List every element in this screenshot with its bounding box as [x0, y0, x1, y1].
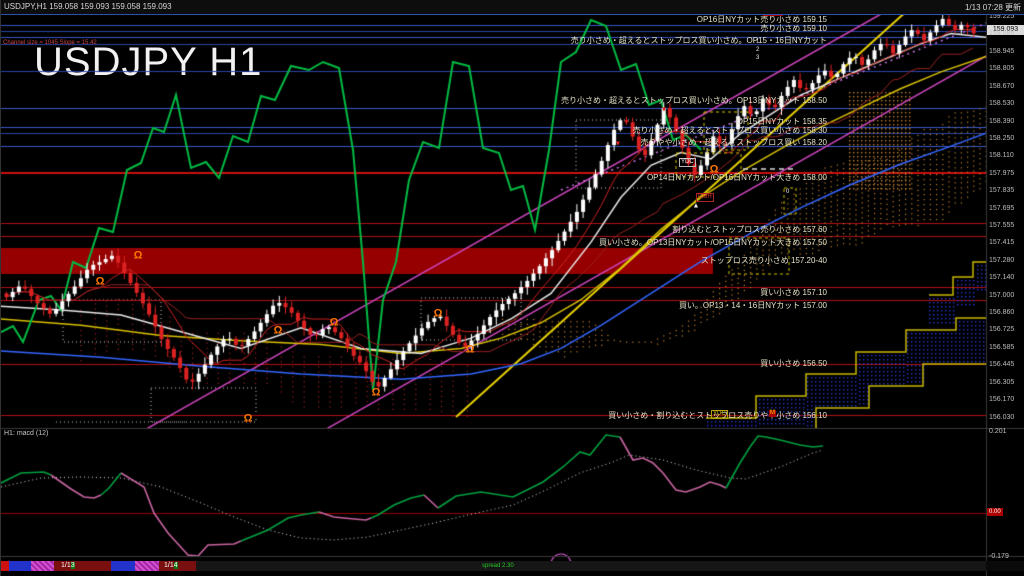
chart-window: USDJPY H1 USDJPY,H1 159.058 159.093 159.… [0, 0, 1024, 576]
symbol-ohlc-readout: USDJPY,H1 159.058 159.093 159.058 159.09… [4, 2, 172, 11]
date-label: 1/13 [61, 562, 75, 569]
chart-canvas[interactable] [1, 0, 1024, 576]
session-bar[interactable]: 1/13 1/14 spread 2.30 [1, 561, 1024, 571]
session-segment [1, 561, 9, 571]
status-text: spread 2.30 [482, 563, 514, 569]
last-updated-label: 1/13 07:28 更新 [964, 3, 1021, 12]
session-segment [9, 561, 31, 571]
channel-info-label: Channel size = 1045 Slope = 15.42 [3, 40, 97, 46]
session-segment [111, 561, 135, 571]
top-toolbar: USDJPY,H1 159.058 159.093 159.058 159.09… [1, 0, 1024, 15]
date-label: 1/14 [164, 562, 178, 569]
session-segment [135, 561, 159, 571]
session-segment [31, 561, 54, 571]
session-segment [196, 561, 986, 571]
